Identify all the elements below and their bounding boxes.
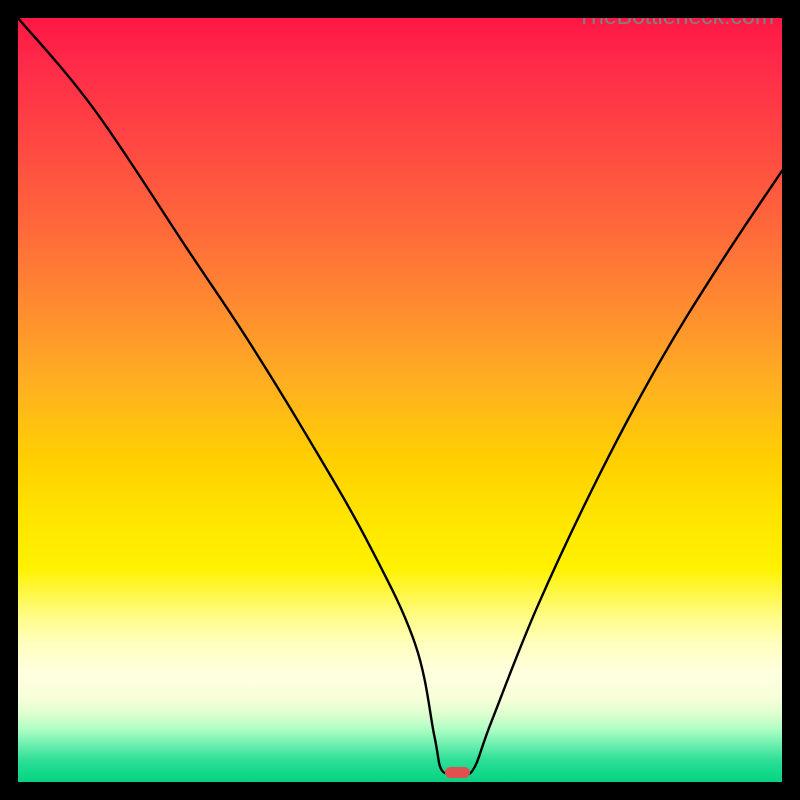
plot-area: TheBottleneck.com [18,18,782,782]
watermark-text: TheBottleneck.com [577,18,774,30]
optimal-marker [445,767,469,778]
chart-frame: TheBottleneck.com [0,0,800,800]
bottleneck-curve [18,18,782,782]
